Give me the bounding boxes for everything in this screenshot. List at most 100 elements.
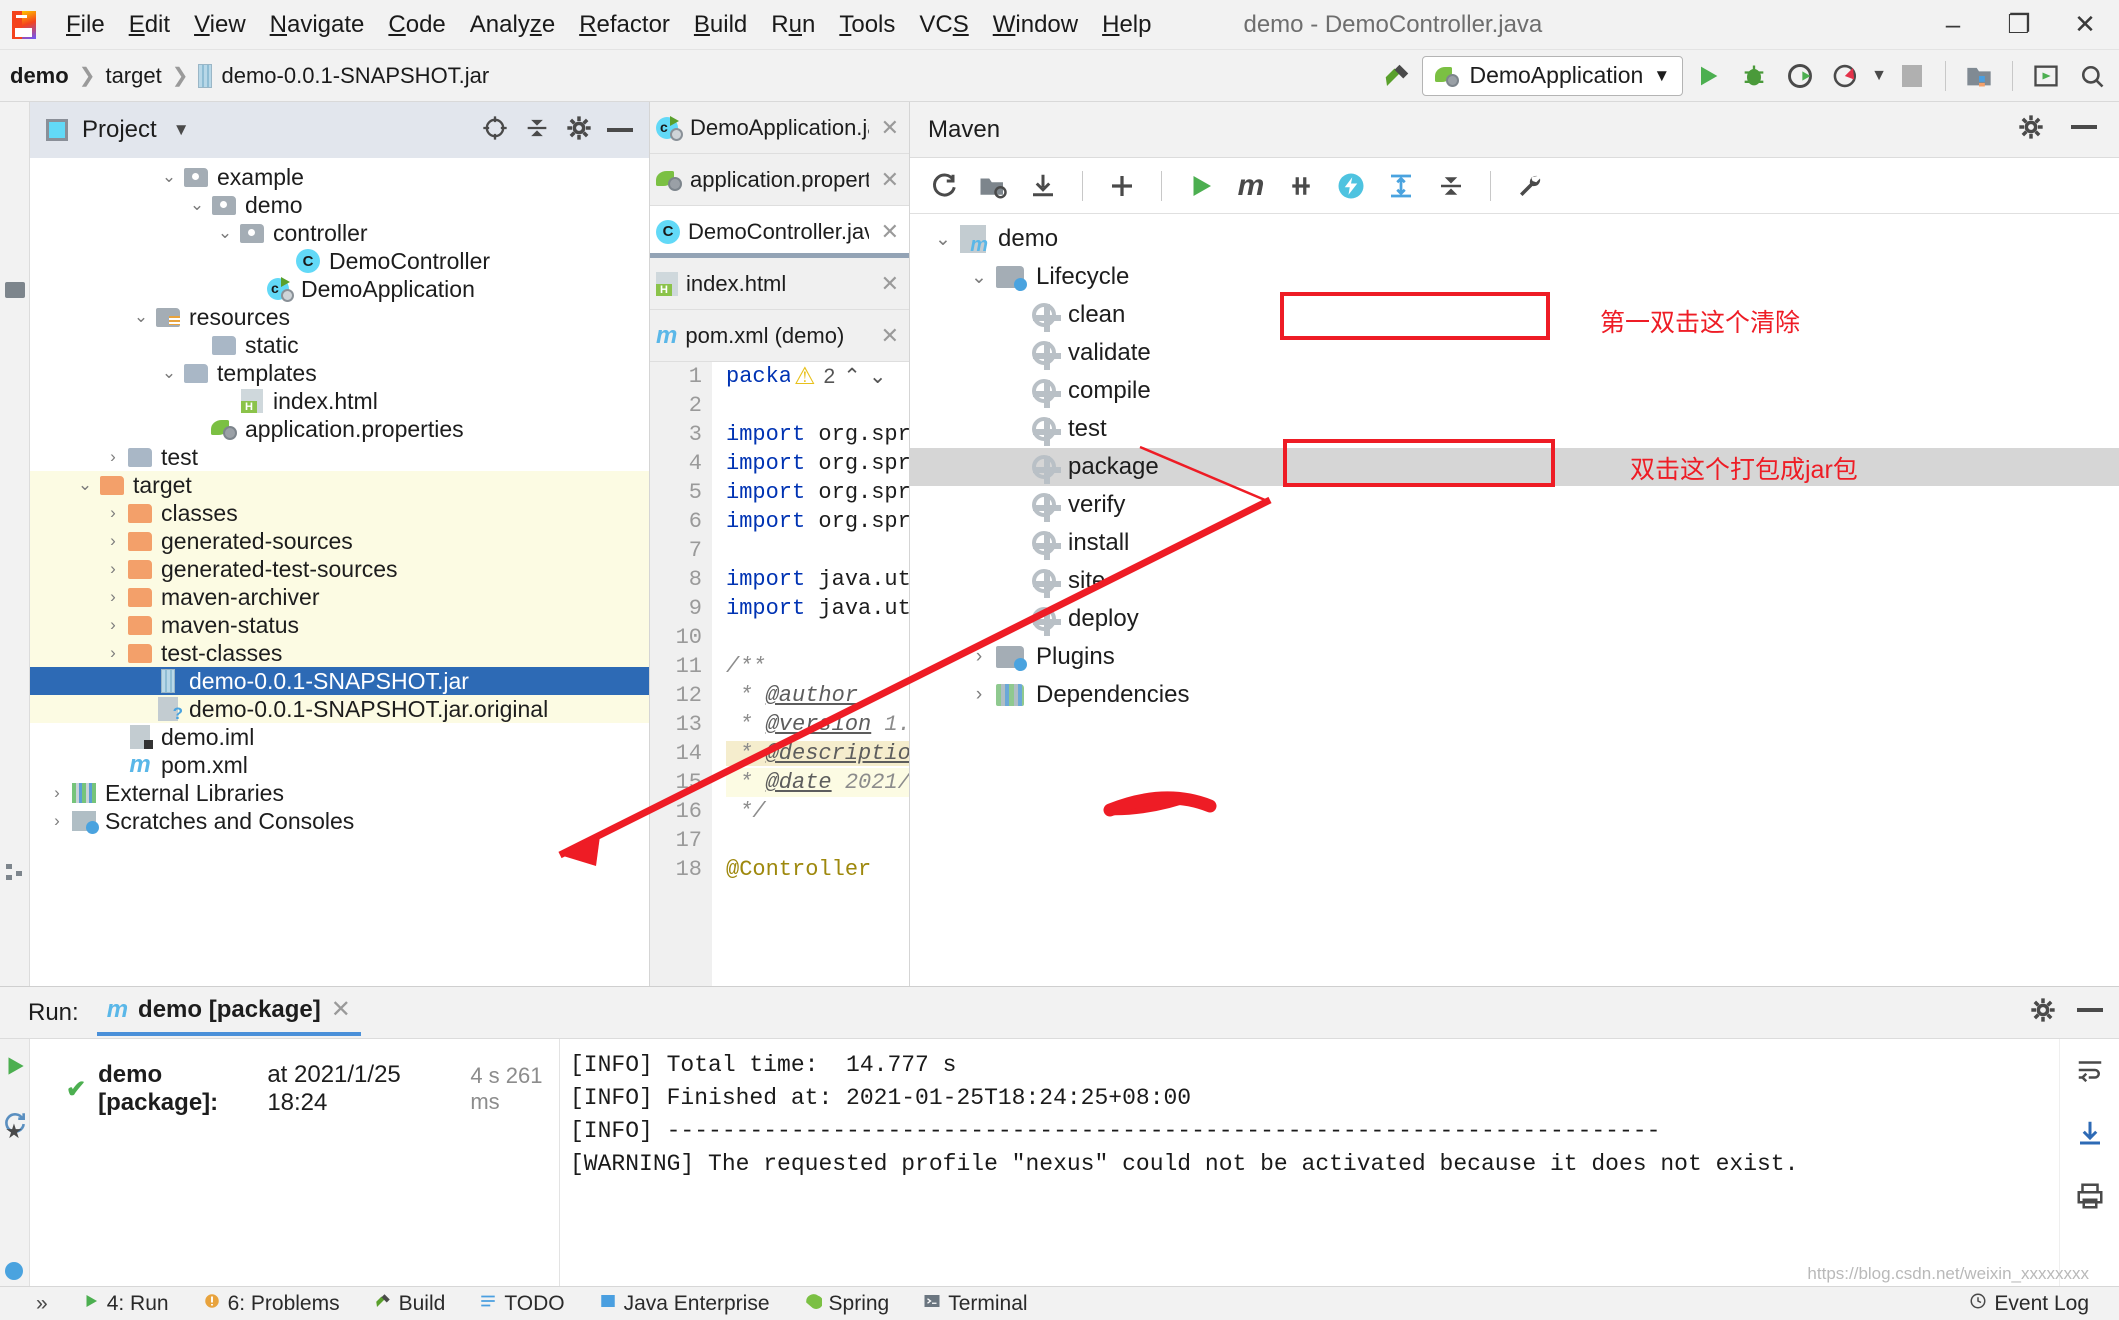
maven-tree-row[interactable]: install	[910, 524, 2119, 562]
project-tree-row[interactable]: ⌄ templates	[30, 359, 649, 387]
close-icon[interactable]: ✕	[877, 167, 903, 193]
menu-file[interactable]: File	[54, 7, 117, 43]
execute-maven-goal-icon[interactable]: m	[1232, 167, 1270, 205]
project-tree-row[interactable]: demo-0.0.1-SNAPSHOT.jar.original	[30, 695, 649, 724]
project-tree-row[interactable]: ⌄ example	[30, 163, 649, 191]
locate-icon[interactable]	[481, 114, 509, 147]
profile-icon[interactable]	[1825, 55, 1867, 97]
menu-code[interactable]: Code	[376, 7, 457, 43]
star-icon[interactable]: ★	[5, 1122, 25, 1142]
tree-expand-arrow[interactable]: ›	[100, 587, 126, 607]
tree-expand-arrow[interactable]: ⌄	[156, 363, 182, 383]
project-tree-row[interactable]: › generated-test-sources	[30, 555, 649, 583]
project-tree-row[interactable]: › External Libraries	[30, 779, 649, 807]
breadcrumb-folder[interactable]: target	[105, 63, 161, 89]
project-tree-row[interactable]: c DemoApplication	[30, 275, 649, 303]
restore-icon[interactable]: ❐	[1989, 3, 2049, 47]
console-output[interactable]: [INFO] Total time: 14.777 s [INFO] Finish…	[560, 1039, 2059, 1286]
tree-expand-arrow[interactable]: ⌄	[184, 195, 210, 215]
menu-navigate[interactable]: Navigate	[258, 7, 377, 43]
soft-wrap-icon[interactable]	[2075, 1055, 2105, 1090]
maven-tree-row[interactable]: verify	[910, 486, 2119, 524]
project-tree-row[interactable]: C DemoController	[30, 247, 649, 275]
status-bar-item[interactable]: 4: Run	[82, 1292, 169, 1316]
structure-strip-icon[interactable]	[5, 862, 25, 882]
prev-problem-icon[interactable]: ⌃	[843, 362, 861, 391]
project-tree-row[interactable]: › test	[30, 443, 649, 471]
download-sources-icon[interactable]	[1024, 167, 1062, 205]
chevron-down-icon[interactable]: ▼	[1653, 66, 1670, 86]
project-tree-row[interactable]: ⌄ target	[30, 471, 649, 499]
menu-help[interactable]: Help	[1090, 7, 1163, 43]
close-icon[interactable]: ✕	[331, 995, 351, 1024]
breadcrumb-project[interactable]: demo	[10, 63, 69, 89]
settings-icon[interactable]	[565, 114, 593, 147]
expand-status-icon[interactable]: »	[36, 1292, 48, 1316]
project-tree-row[interactable]: › classes	[30, 499, 649, 527]
search-everywhere-icon[interactable]	[2071, 55, 2113, 97]
maven-tree-row[interactable]: deploy	[910, 600, 2119, 638]
code-content[interactable]: packageimport org.springimport org.sprin…	[712, 362, 909, 986]
tree-expand-arrow[interactable]: ›	[100, 503, 126, 523]
status-bar-item[interactable]: Build	[374, 1292, 445, 1316]
maven-tree-row[interactable]: ⌄ Lifecycle	[910, 258, 2119, 296]
hide-icon[interactable]	[607, 128, 633, 132]
project-tree-row[interactable]: static	[30, 331, 649, 359]
tree-expand-arrow[interactable]: ›	[962, 684, 996, 706]
project-tree-row[interactable]: › generated-sources	[30, 527, 649, 555]
tool-button-structure[interactable]: 7: Structure	[0, 662, 8, 842]
print-icon[interactable]	[2075, 1181, 2105, 1216]
tree-expand-arrow[interactable]: ›	[100, 643, 126, 663]
settings-icon[interactable]	[2029, 996, 2057, 1029]
menu-tools[interactable]: Tools	[827, 7, 907, 43]
scroll-to-end-icon[interactable]	[2075, 1118, 2105, 1153]
menu-build[interactable]: Build	[682, 7, 759, 43]
tree-expand-arrow[interactable]: ⌄	[72, 475, 98, 495]
project-tree-row[interactable]: demo.iml	[30, 723, 649, 751]
code-editor[interactable]: 1 2 3 4 5 6 7 8 9 10 11 12 13 14 15 16 17 18 package impor…	[650, 362, 909, 986]
project-tree-row[interactable]: application.properties	[30, 415, 649, 443]
tree-expand-arrow[interactable]: ›	[100, 559, 126, 579]
toggle-skip-tests-icon[interactable]	[1282, 167, 1320, 205]
minimize-icon[interactable]: –	[1923, 3, 1983, 47]
menu-refactor[interactable]: Refactor	[567, 7, 682, 43]
editor-tab[interactable]: index.html ✕	[650, 258, 909, 310]
status-bar-item[interactable]: TODO	[479, 1292, 565, 1316]
hide-icon[interactable]	[2077, 996, 2103, 1029]
close-icon[interactable]: ✕	[877, 271, 903, 297]
status-bar-item[interactable]: Spring	[804, 1292, 889, 1316]
update-application-icon[interactable]	[2025, 55, 2067, 97]
run-icon[interactable]	[1182, 167, 1220, 205]
tree-expand-arrow[interactable]: ⌄	[212, 223, 238, 243]
tree-expand-arrow[interactable]: ›	[962, 646, 996, 668]
maven-tree-row[interactable]: site	[910, 562, 2119, 600]
collapse-all-icon[interactable]	[1432, 167, 1470, 205]
event-log-button[interactable]: Event Log	[1969, 1292, 2119, 1316]
project-tree-row[interactable]: ⌄ resources	[30, 303, 649, 331]
menu-window[interactable]: Window	[981, 7, 1090, 43]
editor-tab[interactable]: m pom.xml (demo) ✕	[650, 310, 909, 362]
maven-tree-row[interactable]: › Plugins	[910, 638, 2119, 676]
project-tree-row[interactable]: › Scratches and Consoles	[30, 807, 649, 835]
menu-analyze[interactable]: Analyze	[458, 7, 567, 43]
run-tab-demo-package[interactable]: m demo [package] ✕	[96, 989, 361, 1036]
generate-sources-icon[interactable]	[974, 167, 1012, 205]
build-hammer-icon[interactable]	[1376, 55, 1418, 97]
reimport-icon[interactable]	[924, 167, 962, 205]
tree-expand-arrow[interactable]: ⌄	[128, 307, 154, 327]
expand-all-icon[interactable]	[1382, 167, 1420, 205]
add-icon[interactable]	[1103, 167, 1141, 205]
status-bar-item[interactable]: Terminal	[923, 1292, 1028, 1316]
status-bar-item[interactable]: 6: Problems	[203, 1292, 340, 1316]
next-problem-icon[interactable]: ⌄	[869, 362, 887, 391]
menu-run[interactable]: Run	[759, 7, 827, 43]
tree-expand-arrow[interactable]: ›	[100, 447, 126, 467]
debug-icon[interactable]	[1733, 55, 1775, 97]
editor-tab[interactable]: application.properties ✕	[650, 154, 909, 206]
project-tree-row[interactable]: index.html	[30, 387, 649, 415]
tree-expand-arrow[interactable]: ›	[44, 811, 70, 831]
close-icon[interactable]: ✕	[877, 115, 903, 141]
menu-view[interactable]: View	[182, 7, 258, 43]
run-icon[interactable]	[1687, 55, 1729, 97]
project-tree-row[interactable]: ⌄ demo	[30, 191, 649, 219]
